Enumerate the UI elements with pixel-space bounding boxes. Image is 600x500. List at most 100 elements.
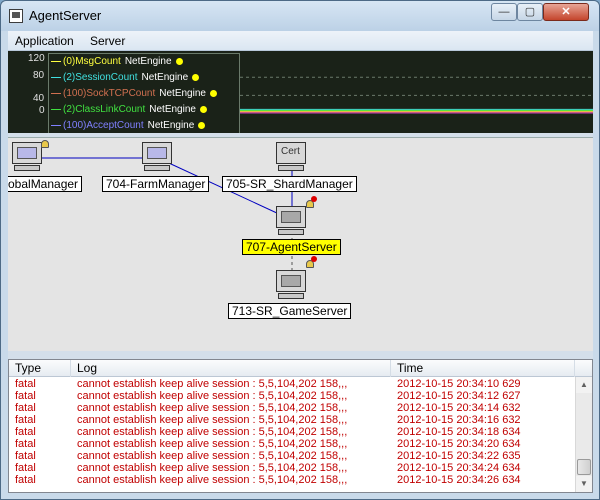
status-dot-icon (209, 89, 217, 97)
stats-chart: 120 80 40 0 (0)MsgCount NetEngine (2)Sess… (8, 51, 593, 133)
column-header-type[interactable]: Type (9, 360, 71, 377)
column-header-time[interactable]: Time (391, 360, 575, 377)
legend-swatch (51, 60, 61, 62)
menu-bar: Application Server (8, 31, 593, 51)
legend-source: NetEngine (147, 120, 195, 131)
menu-server[interactable]: Server (90, 34, 125, 48)
log-type-cell: fatal (15, 450, 36, 462)
log-type-cell: fatal (15, 390, 36, 402)
legend-entry[interactable]: (100)AcceptCount NetEngine (51, 120, 206, 133)
log-list[interactable]: Type Log Time fatal cannot establish keep… (8, 359, 593, 493)
log-row[interactable]: fatal cannot establish keep alive session… (9, 438, 575, 450)
log-message-cell: cannot establish keep alive session : 5,… (77, 426, 348, 438)
legend-series-name: (0)MsgCount (63, 56, 121, 67)
title-bar[interactable]: AgentServer — ▢ ✕ (1, 1, 599, 31)
node-label-agentserver[interactable]: 707-AgentServer (242, 239, 341, 255)
node-label-gameserver[interactable]: 713-SR_GameServer (228, 303, 352, 319)
legend-entry[interactable]: (100)SockTCPCount NetEngine (51, 88, 217, 102)
legend-series-name: (2)ClassLinkCount (63, 104, 146, 115)
column-header-log[interactable]: Log (71, 360, 391, 377)
log-time-cell: 2012-10-15 20:34:10 629 (397, 378, 521, 390)
alert-bell-icon (306, 256, 317, 272)
app-window: AgentServer — ▢ ✕ Application Server 120… (0, 0, 600, 500)
log-row[interactable]: fatal cannot establish keep alive session… (9, 462, 575, 474)
log-time-cell: 2012-10-15 20:34:24 634 (397, 462, 521, 474)
cert-icon[interactable]: Cert (276, 142, 306, 172)
maximize-button[interactable]: ▢ (517, 3, 543, 21)
app-icon (9, 9, 23, 23)
log-message-cell: cannot establish keep alive session : 5,… (77, 450, 348, 462)
status-dot-icon (198, 121, 206, 129)
legend-entry[interactable]: (2)SessionCount NetEngine (51, 72, 200, 86)
legend-entry[interactable]: (0)MsgCount NetEngine (51, 56, 183, 70)
log-type-cell: fatal (15, 474, 36, 486)
y-tick-label: 120 (28, 53, 45, 64)
log-row[interactable]: fatal cannot establish keep alive session… (9, 390, 575, 402)
node-label-farmmanager[interactable]: 704-FarmManager (102, 176, 210, 192)
log-message-cell: cannot establish keep alive session : 5,… (77, 438, 348, 450)
legend-swatch (51, 108, 61, 110)
server-graph[interactable]: obalManager 704-FarmManager Cert 705-SR_… (8, 137, 593, 351)
legend-swatch (51, 76, 61, 78)
log-type-cell: fatal (15, 438, 36, 450)
log-row[interactable]: fatal cannot establish keep alive session… (9, 450, 575, 462)
status-dot-icon (199, 105, 207, 113)
node-label-globalmanager[interactable]: obalManager (8, 176, 83, 192)
scroll-up-icon[interactable]: ▲ (576, 377, 592, 393)
computer-icon[interactable] (276, 270, 306, 300)
alert-bell-icon (306, 196, 317, 212)
legend-series-name: (100)SockTCPCount (63, 88, 156, 99)
menu-application[interactable]: Application (15, 34, 74, 48)
legend-source: NetEngine (124, 56, 172, 67)
legend-swatch (51, 92, 61, 94)
log-time-cell: 2012-10-15 20:34:18 634 (397, 426, 521, 438)
alert-bell-icon (41, 140, 51, 152)
node-label-shardmanager[interactable]: 705-SR_ShardManager (222, 176, 357, 192)
computer-icon[interactable] (12, 142, 42, 172)
splitter-bottom[interactable] (8, 351, 593, 359)
log-row[interactable]: fatal cannot establish keep alive session… (9, 402, 575, 414)
computer-icon[interactable] (276, 206, 306, 236)
status-dot-icon (192, 73, 200, 81)
chart-legend: (0)MsgCount NetEngine (2)SessionCount NetE… (48, 53, 240, 133)
log-time-cell: 2012-10-15 20:34:16 632 (397, 414, 521, 426)
log-message-cell: cannot establish keep alive session : 5,… (77, 378, 348, 390)
close-button[interactable]: ✕ (543, 3, 589, 21)
log-scrollbar[interactable]: ▲ ▼ (575, 377, 592, 492)
log-message-cell: cannot establish keep alive session : 5,… (77, 402, 348, 414)
legend-entry[interactable]: (2)ClassLinkCount NetEngine (51, 104, 207, 118)
computer-icon[interactable] (142, 142, 172, 172)
scroll-thumb[interactable] (577, 459, 591, 475)
log-time-cell: 2012-10-15 20:34:14 632 (397, 402, 521, 414)
legend-series-name: (100)AcceptCount (63, 120, 144, 131)
log-row[interactable]: fatal cannot establish keep alive session… (9, 378, 575, 390)
minimize-button[interactable]: — (491, 3, 517, 21)
y-tick-label: 80 (33, 70, 45, 81)
log-time-cell: 2012-10-15 20:34:20 634 (397, 438, 521, 450)
legend-source: NetEngine (141, 72, 189, 83)
legend-source: NetEngine (159, 88, 206, 99)
legend-series-name: (2)SessionCount (63, 72, 138, 83)
log-time-cell: 2012-10-15 20:34:12 627 (397, 390, 521, 402)
log-row[interactable]: fatal cannot establish keep alive session… (9, 414, 575, 426)
log-time-cell: 2012-10-15 20:34:26 634 (397, 474, 521, 486)
y-tick-label: 40 (33, 93, 45, 104)
legend-source: NetEngine (149, 104, 196, 115)
log-row[interactable]: fatal cannot establish keep alive session… (9, 426, 575, 438)
log-message-cell: cannot establish keep alive session : 5,… (77, 414, 348, 426)
log-type-cell: fatal (15, 426, 36, 438)
log-message-cell: cannot establish keep alive session : 5,… (77, 474, 348, 486)
legend-swatch (51, 124, 61, 126)
log-type-cell: fatal (15, 414, 36, 426)
cert-text: Cert (281, 146, 300, 157)
log-type-cell: fatal (15, 402, 36, 414)
window-title: AgentServer (29, 8, 102, 23)
status-dot-icon (175, 57, 183, 65)
log-row[interactable]: fatal cannot establish keep alive session… (9, 474, 575, 486)
log-message-cell: cannot establish keep alive session : 5,… (77, 390, 348, 402)
log-type-cell: fatal (15, 378, 36, 390)
log-header: Type Log Time (9, 360, 592, 377)
log-time-cell: 2012-10-15 20:34:22 635 (397, 450, 521, 462)
log-message-cell: cannot establish keep alive session : 5,… (77, 462, 348, 474)
scroll-down-icon[interactable]: ▼ (576, 476, 592, 492)
